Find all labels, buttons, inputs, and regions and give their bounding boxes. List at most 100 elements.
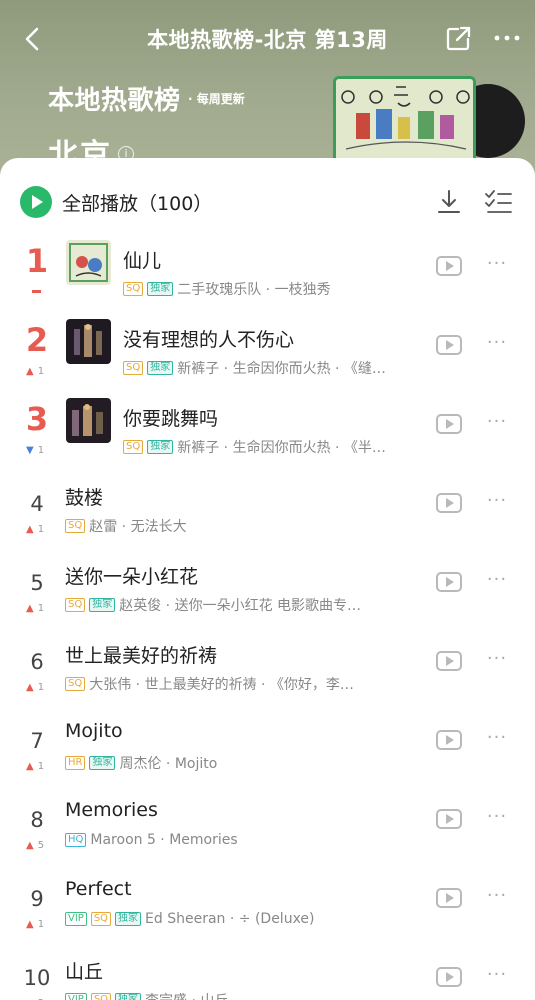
trend-up-icon: ▲ (26, 919, 34, 930)
song-row[interactable]: 4 ▲ 1 鼓楼 SQ 赵雷 · 无法长大 ··· (0, 471, 535, 550)
song-count: （100） (138, 193, 213, 215)
quality-badge: SQ (90, 993, 112, 1000)
song-row[interactable]: 9 ▲ 1 Perfect VIP SQ 独家 Ed Sheeran · ÷ (Deluxe)… (0, 866, 535, 945)
more-dots-icon[interactable]: ··· (484, 412, 510, 432)
video-play-icon[interactable] (436, 256, 462, 276)
more-dots-icon[interactable]: ··· (484, 886, 510, 906)
quality-badge: 独家 (89, 756, 116, 770)
trend-up-icon: ▲ (26, 524, 34, 535)
chart-brand: 本地热歌榜 · 每周更新 (48, 80, 245, 117)
video-play-icon[interactable] (436, 888, 462, 908)
artist-album-text: Ed Sheeran · ÷ (Deluxe) (145, 911, 315, 927)
video-play-icon[interactable] (436, 730, 462, 750)
trend-value: 1 (37, 682, 45, 693)
trend-up-icon: ▲ (26, 366, 34, 377)
song-row[interactable]: 7 ▲ 1 Mojito HR 独家 周杰伦 · Mojito ··· (0, 708, 535, 787)
rank-number: 3 (25, 400, 49, 438)
more-dots-icon[interactable] (492, 28, 522, 48)
more-dots-icon[interactable]: ··· (484, 965, 510, 985)
share-icon[interactable] (444, 25, 472, 53)
download-icon[interactable] (436, 188, 462, 216)
rank-trend: ▲ 1 (26, 919, 44, 930)
song-title: 没有理想的人不伤心 (123, 329, 295, 351)
artist-album-text: 赵雷 · 无法长大 (89, 519, 187, 535)
play-circle-icon[interactable] (20, 186, 52, 218)
song-title: 山丘 (65, 961, 104, 983)
song-meta: HR 独家 周杰伦 · Mojito (65, 753, 217, 773)
quality-badge: SQ (123, 440, 144, 454)
more-dots-icon[interactable]: ··· (484, 570, 510, 590)
trend-up-icon: ▲ (26, 840, 34, 851)
quality-badge: SQ (65, 519, 86, 533)
quality-badge: SQ (65, 677, 86, 691)
video-play-icon[interactable] (436, 335, 462, 355)
song-row[interactable]: 5 ▲ 1 送你一朵小红花 SQ 独家 赵英俊 · 送你一朵小红花 电影歌曲专辑… ··· (0, 550, 535, 629)
rank-number: 7 (30, 729, 44, 753)
play-all-button[interactable]: 全部播放（100） (62, 189, 212, 216)
artist-album-text: 李宗盛 · 山丘 (145, 990, 228, 1000)
play-all-bar: 全部播放（100） (0, 158, 535, 234)
more-dots-icon[interactable]: ··· (484, 649, 510, 669)
chart-brand-title: 本地热歌榜 (48, 86, 181, 116)
quality-badge: SQ (123, 282, 144, 296)
quality-badge: SQ (123, 361, 144, 375)
song-title: 世上最美好的祈祷 (65, 645, 218, 667)
rank-trend: ▼ 1 (26, 445, 44, 456)
song-row[interactable]: 2 ▲ 1 没有理想的人不伤心 SQ 独家 新裤子 · 生命因你而火热 · 《缝… ··· (0, 313, 535, 392)
video-play-icon[interactable] (436, 414, 462, 434)
rank-number: 1 (25, 242, 49, 280)
album-cover-image (333, 76, 476, 166)
trend-value: 1 (37, 603, 45, 614)
trend-value: 1 (37, 919, 45, 930)
rank-trend: ▲ 5 (26, 840, 44, 851)
artist-album-text: 新裤子 · 生命因你而火热 · 《半… (177, 440, 386, 456)
video-play-icon[interactable] (436, 809, 462, 829)
song-cover-image (66, 319, 111, 364)
artist-album-text: 周杰伦 · Mojito (119, 756, 218, 772)
more-dots-icon[interactable]: ··· (484, 333, 510, 353)
chevron-left-icon[interactable] (18, 24, 48, 54)
more-dots-icon[interactable]: ··· (484, 728, 510, 748)
song-row[interactable]: 8 ▲ 5 Memories HQ Maroon 5 · Memories ··· (0, 787, 535, 866)
quality-badge: HQ (65, 833, 87, 847)
trend-down-icon: ▼ (26, 445, 34, 456)
quality-badge: 独家 (147, 282, 174, 296)
rank-number: 2 (25, 321, 49, 359)
multi-select-list-icon[interactable] (484, 189, 512, 215)
song-meta: VIP SQ 独家 Ed Sheeran · ÷ (Deluxe) (65, 911, 315, 927)
song-title: 送你一朵小红花 (65, 566, 199, 588)
artist-album-text: 大张伟 · 世上最美好的祈祷 · 《你好，李焕… (89, 677, 365, 693)
video-play-icon[interactable] (436, 967, 462, 987)
more-dots-icon[interactable]: ··· (484, 491, 510, 511)
song-meta: HQ Maroon 5 · Memories (65, 832, 238, 848)
video-play-icon[interactable] (436, 572, 462, 592)
song-title: 你要跳舞吗 (123, 408, 219, 430)
quality-badge: 独家 (89, 598, 116, 612)
rank-trend: ▲ 1 (26, 366, 44, 377)
video-play-icon[interactable] (436, 493, 462, 513)
artist-album-text: 二手玫瑰乐队 · 一枝独秀 (177, 282, 331, 298)
song-row[interactable]: 3 ▼ 1 你要跳舞吗 SQ 独家 新裤子 · 生命因你而火热 · 《半… ··· (0, 392, 535, 471)
song-title: 鼓楼 (65, 487, 104, 509)
rank-trend: ▲ 1 (26, 761, 44, 772)
more-dots-icon[interactable]: ··· (484, 254, 510, 274)
song-cover-image (66, 240, 111, 285)
song-row[interactable]: 1 仙儿 SQ 独家 二手玫瑰乐队 · 一枝独秀 ··· (0, 234, 535, 313)
artist-album-text: 赵英俊 · 送你一朵小红花 电影歌曲专辑… (119, 598, 365, 614)
trend-value: 1 (37, 524, 45, 535)
featured-album-art[interactable] (333, 76, 525, 166)
video-play-icon[interactable] (436, 651, 462, 671)
trend-up-icon: ▲ (26, 603, 34, 614)
rank-trend: ▲ 1 (26, 682, 44, 693)
trend-value: 5 (37, 840, 45, 851)
quality-badge: 独家 (115, 912, 142, 926)
song-row[interactable]: 6 ▲ 1 世上最美好的祈祷 SQ 大张伟 · 世上最美好的祈祷 · 《你好，李焕… ··· (0, 629, 535, 708)
chart-header: 本地热歌榜-北京 第13周 本地热歌榜 · 每周更新 北京 i (0, 0, 535, 175)
song-meta: SQ 独家 赵英俊 · 送你一朵小红花 电影歌曲专辑… (65, 595, 365, 615)
trend-up-icon: ▲ (26, 761, 34, 772)
update-frequency-label: · 每周更新 (188, 92, 245, 106)
rank-number: 9 (30, 887, 44, 911)
more-dots-icon[interactable]: ··· (484, 807, 510, 827)
quality-badge: 独家 (147, 361, 174, 375)
song-row[interactable]: 10▲2山丘VIPSQ独家李宗盛 · 山丘··· (0, 945, 535, 1000)
